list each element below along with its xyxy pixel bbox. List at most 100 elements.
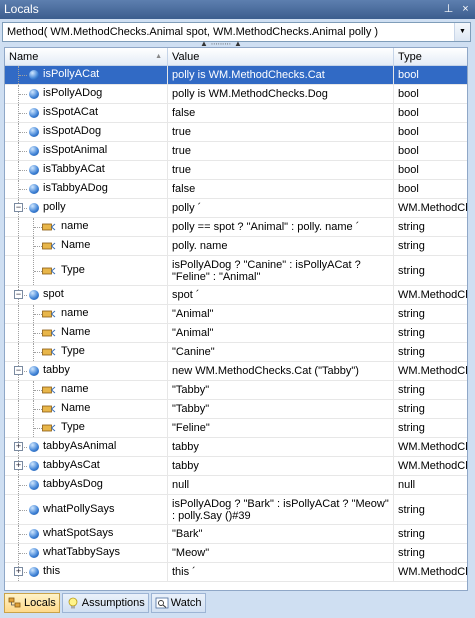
type-cell[interactable]: string — [394, 305, 467, 323]
table-row[interactable]: − spot spot ´ WM.MethodCh — [5, 286, 467, 305]
name-cell[interactable]: whatSpotSays — [5, 525, 168, 543]
value-cell[interactable]: null — [168, 476, 394, 494]
tab-assumptions[interactable]: Assumptions — [61, 593, 149, 613]
type-cell[interactable]: bool — [394, 66, 467, 84]
value-cell[interactable]: polly ´ — [168, 199, 394, 217]
name-cell[interactable]: Name — [5, 400, 168, 418]
name-cell[interactable]: Name — [5, 237, 168, 255]
value-cell[interactable]: "Meow" — [168, 544, 394, 562]
table-row[interactable]: isPollyACat polly is WM.MethodChecks.Cat b… — [5, 66, 467, 85]
name-cell[interactable]: + this — [5, 563, 168, 581]
type-cell[interactable]: WM.MethodCh — [394, 286, 467, 304]
table-row[interactable]: isTabbyADog false bool — [5, 180, 467, 199]
value-cell[interactable]: "Animal" — [168, 324, 394, 342]
name-cell[interactable]: + tabbyAsAnimal — [5, 438, 168, 456]
type-cell[interactable]: string — [394, 218, 467, 236]
type-cell[interactable]: string — [394, 400, 467, 418]
type-cell[interactable]: WM.MethodCh — [394, 457, 467, 475]
name-cell[interactable]: Type — [5, 256, 168, 285]
table-row[interactable]: name "Animal" string — [5, 305, 467, 324]
expand-icon[interactable]: + — [14, 567, 23, 576]
table-row[interactable]: isSpotAnimal true bool — [5, 142, 467, 161]
table-row[interactable]: name "Tabby" string — [5, 381, 467, 400]
type-cell[interactable]: WM.MethodCh — [394, 199, 467, 217]
name-cell[interactable]: name — [5, 218, 168, 236]
name-cell[interactable]: isPollyACat — [5, 66, 168, 84]
type-cell[interactable]: string — [394, 324, 467, 342]
type-cell[interactable]: bool — [394, 161, 467, 179]
type-cell[interactable]: string — [394, 419, 467, 437]
type-cell[interactable]: string — [394, 495, 467, 524]
tab-locals[interactable]: Locals — [4, 593, 60, 613]
collapse-icon[interactable]: − — [14, 366, 23, 375]
value-cell[interactable]: "Tabby" — [168, 381, 394, 399]
table-row[interactable]: isSpotACat false bool — [5, 104, 467, 123]
type-cell[interactable]: null — [394, 476, 467, 494]
type-cell[interactable]: bool — [394, 142, 467, 160]
value-cell[interactable]: "Feline" — [168, 419, 394, 437]
table-row[interactable]: Type "Canine" string — [5, 343, 467, 362]
value-cell[interactable]: true — [168, 123, 394, 141]
name-cell[interactable]: tabbyAsDog — [5, 476, 168, 494]
type-cell[interactable]: string — [394, 343, 467, 361]
name-cell[interactable]: Type — [5, 419, 168, 437]
type-cell[interactable]: WM.MethodCh — [394, 438, 467, 456]
type-cell[interactable]: string — [394, 525, 467, 543]
value-cell[interactable]: "Tabby" — [168, 400, 394, 418]
name-cell[interactable]: isPollyADog — [5, 85, 168, 103]
pin-icon[interactable]: ⊥ — [443, 0, 454, 19]
name-cell[interactable]: isTabbyADog — [5, 180, 168, 198]
type-cell[interactable]: bool — [394, 104, 467, 122]
value-cell[interactable]: isPollyADog ? "Bark" : isPollyACat ? "Me… — [168, 495, 394, 524]
value-cell[interactable]: "Canine" — [168, 343, 394, 361]
column-header-name[interactable]: Name ▲ — [5, 48, 168, 66]
name-cell[interactable]: − spot — [5, 286, 168, 304]
table-row[interactable]: + this this ´ WM.MethodCh — [5, 563, 467, 582]
name-cell[interactable]: isTabbyACat — [5, 161, 168, 179]
table-row[interactable]: isSpotADog true bool — [5, 123, 467, 142]
expand-icon[interactable]: + — [14, 442, 23, 451]
type-cell[interactable]: bool — [394, 180, 467, 198]
table-row[interactable]: Type "Feline" string — [5, 419, 467, 438]
value-cell[interactable]: true — [168, 161, 394, 179]
name-cell[interactable]: isSpotAnimal — [5, 142, 168, 160]
table-row[interactable]: − polly polly ´ WM.MethodCh — [5, 199, 467, 218]
table-row[interactable]: isPollyADog polly is WM.MethodChecks.Dog b… — [5, 85, 467, 104]
table-row[interactable]: Name "Tabby" string — [5, 400, 467, 419]
close-icon[interactable]: × — [460, 0, 471, 19]
value-cell[interactable]: polly == spot ? "Animal" : polly. name ´ — [168, 218, 394, 236]
value-cell[interactable]: spot ´ — [168, 286, 394, 304]
value-cell[interactable]: true — [168, 142, 394, 160]
name-cell[interactable]: Name — [5, 324, 168, 342]
table-row[interactable]: whatSpotSays "Bark" string — [5, 525, 467, 544]
type-cell[interactable]: string — [394, 256, 467, 285]
column-header-type[interactable]: Type — [394, 48, 467, 66]
table-row[interactable]: Name polly. name string — [5, 237, 467, 256]
type-cell[interactable]: string — [394, 381, 467, 399]
name-cell[interactable]: Type — [5, 343, 168, 361]
table-row[interactable]: tabbyAsDog null null — [5, 476, 467, 495]
name-cell[interactable]: − polly — [5, 199, 168, 217]
table-row[interactable]: isTabbyACat true bool — [5, 161, 467, 180]
name-cell[interactable]: whatPollySays — [5, 495, 168, 524]
value-cell[interactable]: "Animal" — [168, 305, 394, 323]
type-cell[interactable]: WM.MethodCh — [394, 563, 467, 581]
name-cell[interactable]: + tabbyAsCat — [5, 457, 168, 475]
name-cell[interactable]: isSpotADog — [5, 123, 168, 141]
value-cell[interactable]: polly. name — [168, 237, 394, 255]
column-header-value[interactable]: Value — [168, 48, 394, 66]
expand-icon[interactable]: + — [14, 461, 23, 470]
name-cell[interactable]: isSpotACat — [5, 104, 168, 122]
table-row[interactable]: name polly == spot ? "Animal" : polly. na… — [5, 218, 467, 237]
table-row[interactable]: whatTabbySays "Meow" string — [5, 544, 467, 563]
value-cell[interactable]: new WM.MethodChecks.Cat ("Tabby") — [168, 362, 394, 380]
table-row[interactable]: whatPollySays isPollyADog ? "Bark" : isPo… — [5, 495, 467, 525]
type-cell[interactable]: WM.MethodCh — [394, 362, 467, 380]
value-cell[interactable]: "Bark" — [168, 525, 394, 543]
value-cell[interactable]: polly is WM.MethodChecks.Dog — [168, 85, 394, 103]
value-cell[interactable]: this ´ — [168, 563, 394, 581]
collapse-icon[interactable]: − — [14, 203, 23, 212]
value-cell[interactable]: false — [168, 180, 394, 198]
name-cell[interactable]: whatTabbySays — [5, 544, 168, 562]
value-cell[interactable]: polly is WM.MethodChecks.Cat — [168, 66, 394, 84]
